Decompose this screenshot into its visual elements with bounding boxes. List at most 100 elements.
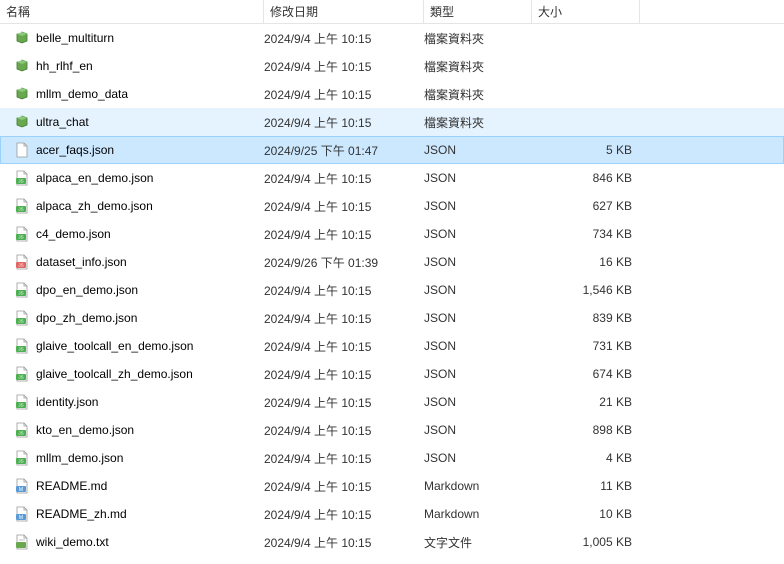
svg-text:JS: JS <box>18 319 23 324</box>
file-name-label: dataset_info.json <box>36 255 127 269</box>
cell-type: JSON <box>424 227 532 241</box>
svg-text:JS: JS <box>18 403 23 408</box>
file-row[interactable]: JSidentity.json2024/9/4 上午 10:15JSON21 K… <box>0 388 784 416</box>
file-name-label: acer_faqs.json <box>36 143 114 157</box>
cell-name: JS dpo_en_demo.json <box>14 282 264 298</box>
cell-date: 2024/9/4 上午 10:15 <box>264 282 424 299</box>
cell-size: 1,005 KB <box>532 535 640 549</box>
file-row[interactable]: JSkto_en_demo.json2024/9/4 上午 10:15JSON8… <box>0 416 784 444</box>
cell-name: JSkto_en_demo.json <box>14 422 264 438</box>
cell-type: 檔案資料夾 <box>424 86 532 103</box>
folder-icon <box>14 58 30 74</box>
cell-date: 2024/9/4 上午 10:15 <box>264 366 424 383</box>
column-header-name[interactable]: 名稱 <box>0 0 264 23</box>
cell-type: JSON <box>424 423 532 437</box>
file-name-label: mllm_demo_data <box>36 87 128 101</box>
svg-text:JS: JS <box>18 207 23 212</box>
file-name-label: wiki_demo.txt <box>36 535 109 549</box>
file-row[interactable]: JSdataset_info.json2024/9/26 下午 01:39JSO… <box>0 248 784 276</box>
cell-size: 11 KB <box>532 479 640 493</box>
svg-text:JS: JS <box>18 263 23 268</box>
column-header-date[interactable]: 修改日期 <box>264 0 424 23</box>
cell-type: JSON <box>424 283 532 297</box>
file-row[interactable]: belle_multiturn 2024/9/4 上午 10:15檔案資料夾 <box>0 24 784 52</box>
svg-text:JS: JS <box>18 375 23 380</box>
cell-type: 檔案資料夾 <box>424 58 532 75</box>
cell-name: JS dataset_info.json <box>14 254 264 270</box>
svg-text:JS: JS <box>18 459 23 464</box>
file-row[interactable]: JSmllm_demo.json2024/9/4 上午 10:15JSON4 K… <box>0 444 784 472</box>
file-row[interactable]: acer_faqs.json2024/9/25 下午 01:47JSON5 KB <box>0 136 784 164</box>
file-row[interactable]: JSalpaca_zh_demo.json2024/9/4 上午 10:15JS… <box>0 192 784 220</box>
file-row[interactable]: ultra_chat2024/9/4 上午 10:15檔案資料夾 <box>0 108 784 136</box>
cell-size: 898 KB <box>532 423 640 437</box>
cell-name: acer_faqs.json <box>14 142 264 158</box>
cell-date: 2024/9/4 上午 10:15 <box>264 86 424 103</box>
file-icon <box>14 142 30 158</box>
file-row[interactable]: JS glaive_toolcall_zh_demo.json 2024/9/4 上… <box>0 360 784 388</box>
file-icon: JS <box>14 282 30 298</box>
cell-date: 2024/9/4 上午 10:15 <box>264 58 424 75</box>
file-row[interactable]: JSalpaca_en_demo.json2024/9/4 上午 10:15JS… <box>0 164 784 192</box>
file-name-label: hh_rlhf_en <box>36 59 93 73</box>
file-row[interactable]: JSglaive_toolcall_en_demo.json2024/9/4 上… <box>0 332 784 360</box>
cell-type: JSON <box>424 395 532 409</box>
cell-name: ultra_chat <box>14 114 264 130</box>
cell-name: JS glaive_toolcall_zh_demo.json <box>14 366 264 382</box>
cell-date: 2024/9/4 上午 10:15 <box>264 226 424 243</box>
file-name-label: glaive_toolcall_zh_demo.json <box>36 367 193 381</box>
cell-type: JSON <box>424 171 532 185</box>
file-row[interactable]: mllm_demo_data 2024/9/4 上午 10:15檔案資料夾 <box>0 80 784 108</box>
cell-size: 5 KB <box>532 143 640 157</box>
cell-date: 2024/9/4 上午 10:15 <box>264 478 424 495</box>
file-icon: JS <box>14 170 30 186</box>
cell-type: JSON <box>424 143 532 157</box>
file-name-label: ultra_chat <box>36 115 89 129</box>
file-icon: JS <box>14 394 30 410</box>
cell-type: 檔案資料夾 <box>424 30 532 47</box>
cell-type: JSON <box>424 199 532 213</box>
file-row[interactable]: JSc4_demo.json2024/9/4 上午 10:15JSON734 K… <box>0 220 784 248</box>
file-row[interactable]: MREADME.md2024/9/4 上午 10:15Markdown11 KB <box>0 472 784 500</box>
cell-type: JSON <box>424 367 532 381</box>
file-rows-container: belle_multiturn2024/9/4 上午 10:15檔案資料夾hh_… <box>0 24 784 556</box>
file-name-label: mllm_demo.json <box>36 451 123 465</box>
cell-size: 674 KB <box>532 367 640 381</box>
file-name-label: README_zh.md <box>36 507 127 521</box>
cell-date: 2024/9/4 上午 10:15 <box>264 394 424 411</box>
file-row[interactable]: JSdpo_en_demo.json2024/9/4 上午 10:15JSON1… <box>0 276 784 304</box>
svg-text:JS: JS <box>18 347 23 352</box>
cell-size: 10 KB <box>532 507 640 521</box>
file-name-label: identity.json <box>36 395 98 409</box>
file-icon: M <box>14 478 30 494</box>
column-header-row: 名稱 修改日期 類型 大小 <box>0 0 784 24</box>
cell-size: 4 KB <box>532 451 640 465</box>
file-row[interactable]: JSdpo_zh_demo.json2024/9/4 上午 10:15JSON8… <box>0 304 784 332</box>
file-name-label: alpaca_en_demo.json <box>36 171 153 185</box>
cell-size: 839 KB <box>532 311 640 325</box>
file-name-label: dpo_en_demo.json <box>36 283 138 297</box>
file-row[interactable]: wiki_demo.txt2024/9/4 上午 10:15文字文件1,005 … <box>0 528 784 556</box>
svg-text:M: M <box>19 487 23 493</box>
cell-date: 2024/9/4 上午 10:15 <box>264 534 424 551</box>
file-icon: JS <box>14 254 30 270</box>
file-row[interactable]: MREADME_zh.md2024/9/4 上午 10:15Markdown10… <box>0 500 784 528</box>
cell-type: Markdown <box>424 507 532 521</box>
cell-date: 2024/9/4 上午 10:15 <box>264 422 424 439</box>
cell-name: JSc4_demo.json <box>14 226 264 242</box>
column-header-type[interactable]: 類型 <box>424 0 532 23</box>
file-row[interactable]: hh_rlhf_en 2024/9/4 上午 10:15檔案資料夾 <box>0 52 784 80</box>
column-header-size[interactable]: 大小 <box>532 0 640 23</box>
file-name-label: belle_multiturn <box>36 31 114 45</box>
file-icon <box>14 534 30 550</box>
cell-type: JSON <box>424 255 532 269</box>
cell-date: 2024/9/4 上午 10:15 <box>264 198 424 215</box>
cell-name: JS identity.json <box>14 394 264 410</box>
svg-text:JS: JS <box>18 179 23 184</box>
cell-date: 2024/9/4 上午 10:15 <box>264 30 424 47</box>
cell-name: JSalpaca_zh_demo.json <box>14 198 264 214</box>
file-name-label: glaive_toolcall_en_demo.json <box>36 339 193 353</box>
cell-name: MREADME.md <box>14 478 264 494</box>
file-icon: JS <box>14 310 30 326</box>
file-name-label: kto_en_demo.json <box>36 423 134 437</box>
